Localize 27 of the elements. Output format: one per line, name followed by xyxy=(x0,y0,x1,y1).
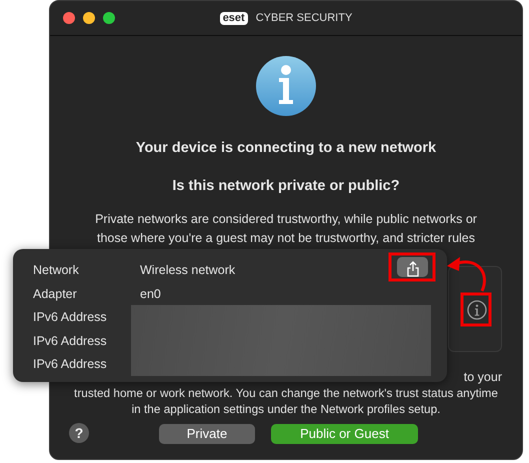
help-button[interactable]: ? xyxy=(69,422,89,442)
info-icon[interactable] xyxy=(467,300,487,320)
heading: Your device is connecting to a new network xyxy=(134,139,438,158)
field-label: IPv6 Address xyxy=(33,309,107,326)
description-text: to your xyxy=(464,370,502,384)
description-text: Private networks are considered trustworthy, while public networks or those where you're a guest may not be trustworthy, and stricter rules xyxy=(94,210,478,247)
window-title: CYBER SECURITY xyxy=(256,11,352,26)
field-value: en0 xyxy=(140,286,161,302)
public-button[interactable]: Public or Guest xyxy=(271,424,418,444)
logo: eset xyxy=(220,12,248,25)
description-text: trusted home or work network. You can change the network's trust status anytime in the application settings under the Network profiles setup. xyxy=(73,384,499,416)
question: Is this network private or public? xyxy=(171,176,401,196)
highlight-frame xyxy=(460,292,492,326)
zoom-button[interactable] xyxy=(103,12,115,24)
arrow xyxy=(447,257,486,292)
field-label: IPv6 Address xyxy=(33,332,107,350)
field-value: Wireless network xyxy=(140,262,236,279)
share-icon xyxy=(406,260,420,277)
close-button[interactable] xyxy=(63,12,75,24)
highlight-frame xyxy=(388,252,436,282)
minimize-button[interactable] xyxy=(83,12,95,24)
field-label: Network xyxy=(33,262,79,279)
field-label: IPv6 Address xyxy=(33,356,107,373)
share-button[interactable] xyxy=(397,257,428,277)
private-button[interactable]: Private xyxy=(159,424,255,444)
info-icon xyxy=(256,56,316,116)
field-label: Adapter xyxy=(33,286,77,303)
